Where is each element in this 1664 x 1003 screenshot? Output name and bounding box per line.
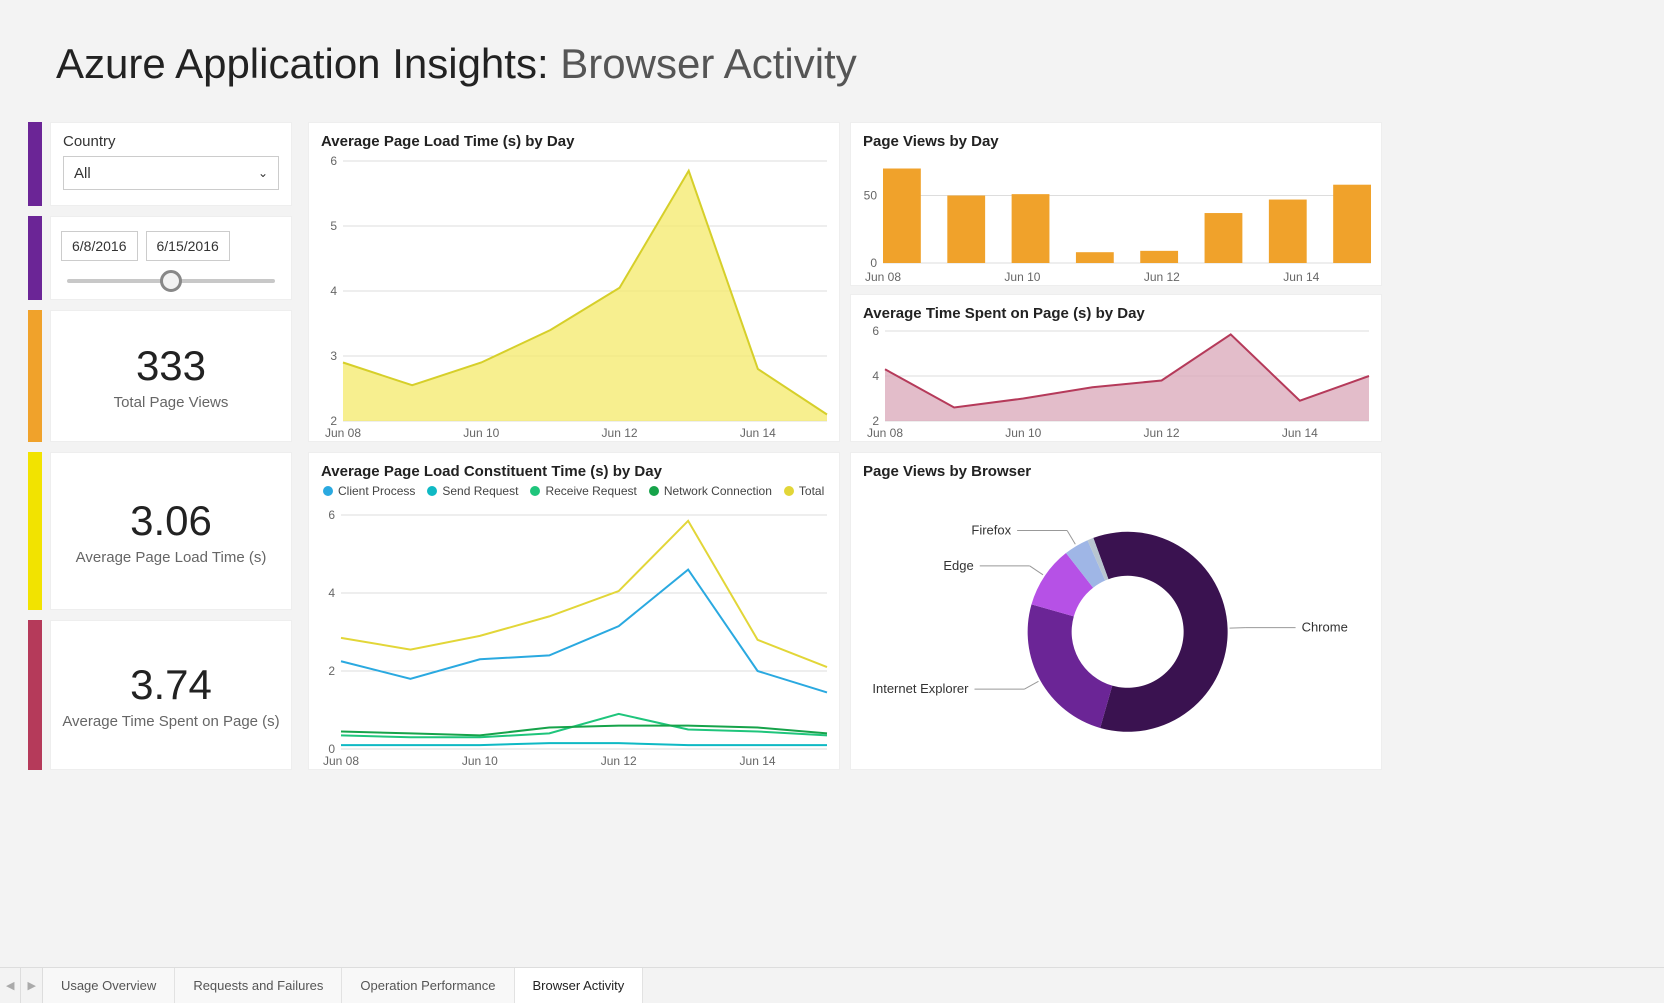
svg-text:4: 4 xyxy=(872,369,879,383)
svg-text:Chrome: Chrome xyxy=(1302,620,1348,635)
stripe-country xyxy=(28,122,42,206)
tab-browser-activity[interactable]: Browser Activity xyxy=(515,968,644,1003)
legend-label: Receive Request xyxy=(545,484,636,498)
chart-svg: 246Jun 08Jun 10Jun 12Jun 14 xyxy=(851,323,1383,443)
stripe-avg-spent xyxy=(28,620,42,770)
page-header: Azure Application Insights: Browser Acti… xyxy=(32,40,857,88)
svg-text:Jun 12: Jun 12 xyxy=(1144,270,1180,284)
legend-item[interactable]: Receive Request xyxy=(530,484,636,498)
date-to-input[interactable]: 6/15/2016 xyxy=(146,231,230,261)
slider-thumb-icon[interactable] xyxy=(160,270,182,292)
svg-text:6: 6 xyxy=(328,509,335,522)
legend-label: Send Request xyxy=(442,484,518,498)
svg-text:Firefox: Firefox xyxy=(971,522,1011,537)
svg-text:2: 2 xyxy=(328,664,335,678)
svg-text:Jun 08: Jun 08 xyxy=(323,754,359,768)
chevron-down-icon: ⌄ xyxy=(258,166,268,180)
svg-text:0: 0 xyxy=(870,256,877,270)
metric-page-views: 333 Total Page Views xyxy=(50,310,292,442)
tab-requests-and-failures[interactable]: Requests and Failures xyxy=(175,968,342,1003)
svg-text:Jun 08: Jun 08 xyxy=(865,270,901,284)
chart-svg: 23456Jun 08Jun 10Jun 12Jun 14 xyxy=(309,153,841,443)
svg-text:Internet Explorer: Internet Explorer xyxy=(872,681,969,696)
legend-label: Client Process xyxy=(338,484,415,498)
stripe-avg-load xyxy=(28,452,42,610)
chart-legend: Client Process Send Request Receive Reques… xyxy=(309,484,839,502)
svg-text:50: 50 xyxy=(864,189,878,203)
avg-spent-label: Average Time Spent on Page (s) xyxy=(62,713,279,730)
avg-spent-value: 3.74 xyxy=(130,661,212,709)
page-title: Azure Application Insights: Browser Acti… xyxy=(56,40,857,88)
chart-svg: 0246Jun 08Jun 10Jun 12Jun 14 xyxy=(309,509,841,771)
legend-item[interactable]: Send Request xyxy=(427,484,518,498)
page-views-value: 333 xyxy=(136,342,206,390)
title-main: Azure Application Insights: xyxy=(56,40,549,87)
chart-title: Page Views by Day xyxy=(851,123,1381,154)
country-label: Country xyxy=(51,123,291,156)
legend-item[interactable]: Total xyxy=(784,484,824,498)
legend-item[interactable]: Client Process xyxy=(323,484,415,498)
legend-dot-icon xyxy=(323,486,333,496)
svg-text:Jun 08: Jun 08 xyxy=(867,426,903,440)
tab-usage-overview[interactable]: Usage Overview xyxy=(43,968,175,1003)
stripe-pageviews xyxy=(28,310,42,442)
legend-dot-icon xyxy=(530,486,540,496)
chart-avg-time-spent[interactable]: Average Time Spent on Page (s) by Day 24… xyxy=(850,294,1382,442)
title-sub: Browser Activity xyxy=(560,40,856,87)
svg-text:Jun 14: Jun 14 xyxy=(740,426,776,440)
chart-constituent[interactable]: Average Page Load Constituent Time (s) b… xyxy=(308,452,840,770)
svg-text:6: 6 xyxy=(330,154,337,168)
svg-text:5: 5 xyxy=(330,219,337,233)
svg-text:Jun 12: Jun 12 xyxy=(1144,426,1180,440)
stripe-date xyxy=(28,216,42,300)
page-views-label: Total Page Views xyxy=(114,394,229,411)
chart-title: Page Views by Browser xyxy=(851,453,1381,484)
chart-svg: 0 50 Jun 08 Jun 10 Jun 12 Jun 14 xyxy=(851,151,1383,287)
svg-text:Jun 10: Jun 10 xyxy=(462,754,498,768)
svg-text:3: 3 xyxy=(330,349,337,363)
filter-date-range: 6/8/2016 6/15/2016 xyxy=(50,216,292,300)
svg-text:Jun 08: Jun 08 xyxy=(325,426,361,440)
avg-load-label: Average Page Load Time (s) xyxy=(76,549,267,566)
svg-text:Jun 10: Jun 10 xyxy=(1005,426,1041,440)
chart-avg-page-load[interactable]: Average Page Load Time (s) by Day 23456J… xyxy=(308,122,840,442)
legend-dot-icon xyxy=(649,486,659,496)
chart-title: Average Page Load Constituent Time (s) b… xyxy=(309,453,839,484)
chart-browsers[interactable]: Page Views by Browser Chrome Internet Exp… xyxy=(850,452,1382,770)
legend-item[interactable]: Network Connection xyxy=(649,484,772,498)
svg-text:Jun 10: Jun 10 xyxy=(1004,270,1040,284)
tab-nav-prev[interactable]: ◀ xyxy=(0,968,21,1003)
tab-nav-next[interactable]: ▶ xyxy=(21,968,42,1003)
chart-page-views-day[interactable]: Page Views by Day 0 50 Jun 08 Jun 10 Jun 12 J… xyxy=(850,122,1382,286)
svg-text:Jun 10: Jun 10 xyxy=(463,426,499,440)
svg-text:Jun 14: Jun 14 xyxy=(740,754,776,768)
chart-title: Average Time Spent on Page (s) by Day xyxy=(851,295,1381,326)
legend-label: Total xyxy=(799,484,824,498)
legend-label: Network Connection xyxy=(664,484,772,498)
svg-text:4: 4 xyxy=(330,284,337,298)
country-dropdown[interactable]: All ⌄ xyxy=(63,156,279,190)
svg-text:Jun 12: Jun 12 xyxy=(601,754,637,768)
chart-title: Average Page Load Time (s) by Day xyxy=(309,123,839,154)
svg-text:Jun 14: Jun 14 xyxy=(1283,270,1319,284)
country-value: All xyxy=(74,165,91,182)
avg-load-value: 3.06 xyxy=(130,497,212,545)
date-slider[interactable] xyxy=(67,279,275,283)
svg-text:Edge: Edge xyxy=(943,558,973,573)
metric-avg-load: 3.06 Average Page Load Time (s) xyxy=(50,452,292,610)
svg-text:4: 4 xyxy=(328,586,335,600)
metric-avg-spent: 3.74 Average Time Spent on Page (s) xyxy=(50,620,292,770)
svg-text:6: 6 xyxy=(872,324,879,338)
chart-svg: Chrome Internet Explorer Edge Firefox xyxy=(851,481,1383,771)
date-from-input[interactable]: 6/8/2016 xyxy=(61,231,138,261)
legend-dot-icon xyxy=(427,486,437,496)
svg-text:Jun 12: Jun 12 xyxy=(602,426,638,440)
legend-dot-icon xyxy=(784,486,794,496)
svg-text:Jun 14: Jun 14 xyxy=(1282,426,1318,440)
page-tabs: ◀ ▶ Usage OverviewRequests and FailuresO… xyxy=(0,967,1664,1003)
tab-operation-performance[interactable]: Operation Performance xyxy=(342,968,514,1003)
filter-country: Country All ⌄ xyxy=(50,122,292,206)
